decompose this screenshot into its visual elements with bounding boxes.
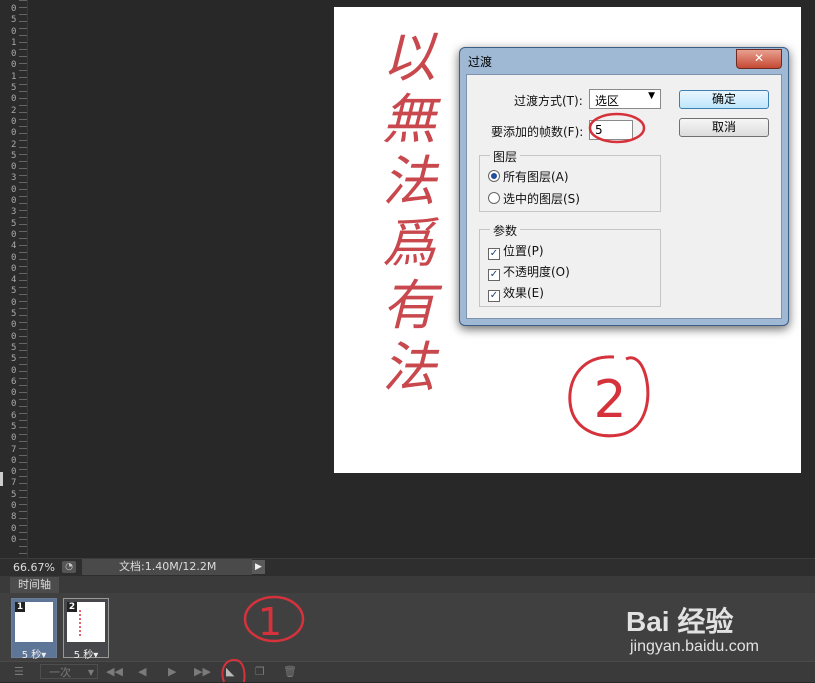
checkbox-opacity[interactable]: ✓ 不透明度(O) (488, 263, 570, 281)
first-frame-icon[interactable]: ◀◀ (106, 664, 123, 680)
duplicate-frame-icon[interactable]: ❐ (255, 664, 265, 680)
checkbox-checked-icon[interactable]: ✓ (488, 290, 500, 302)
loop-select[interactable]: 一次 ▼ (40, 664, 98, 679)
next-frame-icon[interactable]: ▶▶ (194, 664, 211, 680)
previous-frame-icon[interactable]: ◀ (138, 664, 146, 680)
checkbox-effects[interactable]: ✓ 效果(E) (488, 284, 544, 302)
annotation-circle-1: 1 (243, 595, 305, 644)
timeline-frame-1[interactable]: 1 5 秒▾ (11, 598, 57, 661)
checkbox-label: 效果(E) (503, 286, 544, 300)
ruler-ticks (19, 0, 27, 558)
calligraphy-char: 法 (382, 336, 436, 399)
frame-duration[interactable]: 5 秒▾ (64, 646, 108, 661)
convert-timeline-icon[interactable]: ☰ (14, 664, 24, 680)
dropdown-arrow-icon: ▼ (87, 668, 94, 677)
frame-number: 2 (67, 602, 77, 612)
radio-unselected-icon[interactable] (488, 192, 500, 204)
radio-label: 所有图层(A) (503, 170, 569, 184)
timeline-frame-2[interactable]: 2 5 秒▾ (63, 598, 109, 661)
calligraphy-char: 無 (382, 88, 436, 151)
zoom-icon[interactable]: ◔ (62, 561, 76, 573)
layers-group: 图层 所有图层(A) 选中的图层(S) (479, 148, 661, 212)
status-bar: 66.67% ◔ 文档:1.40M/12.2M ▶ (0, 558, 815, 576)
dialog-body: 过渡方式(T): 选区 ▼ 要添加的帧数(F): 5 确定 取消 图层 所有图层… (466, 74, 782, 319)
annotation-number-1: 1 (258, 600, 282, 644)
calligraphy-char: 法 (382, 150, 436, 213)
params-group: 参数 ✓ 位置(P) ✓ 不透明度(O) ✓ 效果(E) (479, 222, 661, 307)
checkbox-label: 不透明度(O) (503, 265, 570, 279)
dropdown-arrow-icon: ▼ (648, 91, 655, 101)
vertical-ruler: 0501001502002503003504004505005506006507… (0, 0, 28, 558)
loop-value: 一次 (49, 666, 71, 679)
tween-with-value: 选区 (595, 94, 620, 108)
status-menu-arrow-icon[interactable]: ▶ (252, 560, 265, 574)
tween-with-select[interactable]: 选区 ▼ (589, 89, 661, 109)
trash-icon[interactable]: 🗑 (283, 664, 297, 680)
annotation-oval (588, 112, 646, 144)
ruler-position-marker (0, 472, 3, 486)
timeline-header: 时间轴 (0, 576, 815, 593)
watermark-brand: Bai 经验 (626, 606, 734, 637)
checkbox-checked-icon[interactable]: ✓ (488, 269, 500, 281)
layers-group-legend: 图层 (490, 148, 521, 165)
frames-to-add-label: 要添加的帧数(F): (491, 125, 584, 139)
annotation-number-2: 2 (593, 370, 626, 430)
document-info: 文档:1.40M/12.2M (82, 559, 252, 575)
radio-label: 选中的图层(S) (503, 192, 580, 206)
frame-duration[interactable]: 5 秒▾ (12, 646, 56, 661)
calligraphy-char: 爲 (382, 212, 436, 275)
checkbox-checked-icon[interactable]: ✓ (488, 248, 500, 260)
frame-number: 1 (15, 602, 25, 612)
tab-timeline[interactable]: 时间轴 (10, 577, 59, 593)
close-button[interactable]: ✕ (736, 49, 782, 69)
checkbox-label: 位置(P) (503, 244, 544, 258)
baidu-jingyan-watermark: Bai 经验 jingyan.baidu.com (626, 596, 806, 666)
play-icon[interactable]: ▶ (168, 664, 176, 680)
radio-all-layers[interactable]: 所有图层(A) (488, 168, 569, 185)
tween-dialog: 过渡 ✕ 过渡方式(T): 选区 ▼ 要添加的帧数(F): 5 确定 取消 图层… (459, 47, 789, 326)
calligraphy-char: 以 (382, 26, 436, 89)
dialog-title: 过渡 (468, 55, 493, 69)
cancel-button[interactable]: 取消 (679, 118, 769, 137)
zoom-level[interactable]: 66.67% (13, 561, 55, 574)
ok-button[interactable]: 确定 (679, 90, 769, 109)
dialog-titlebar[interactable]: 过渡 ✕ (460, 48, 788, 72)
annotation-circle-2: 2 (568, 355, 650, 438)
calligraphy-text: 以 無 法 爲 有 法 (374, 27, 444, 399)
checkbox-position[interactable]: ✓ 位置(P) (488, 242, 544, 260)
annotation-tween-circle (221, 658, 246, 683)
watermark-url: jingyan.baidu.com (630, 638, 759, 655)
tween-with-label: 过渡方式(T): (514, 94, 583, 108)
radio-selected-layers[interactable]: 选中的图层(S) (488, 190, 580, 207)
params-group-legend: 参数 (490, 222, 521, 239)
calligraphy-char: 有 (382, 274, 436, 337)
radio-selected-icon[interactable] (488, 170, 500, 182)
